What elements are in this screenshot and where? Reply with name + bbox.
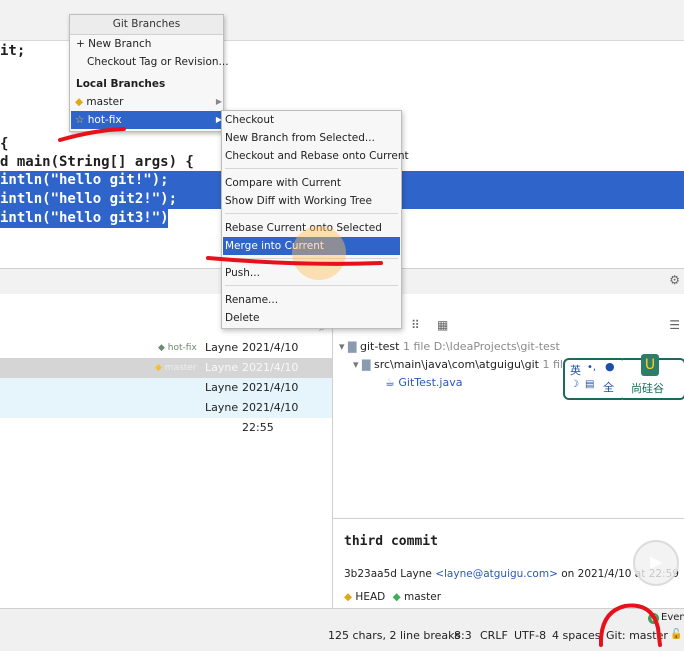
- checkout-tag-item[interactable]: Checkout Tag or Revision...: [71, 53, 238, 71]
- email-link[interactable]: <layne@atguigu.com>: [435, 568, 558, 580]
- tag-icon: ◆: [75, 96, 84, 108]
- menu-separator: [225, 213, 398, 214]
- tree-file[interactable]: ☕ GitTest.java: [385, 374, 462, 392]
- local-branches-header: Local Branches: [76, 78, 166, 90]
- commit-details-panel[interactable]: ⠿ ▦ ☰ ▾ ▇ git-test 1 file D:\IdeaProject…: [333, 294, 684, 608]
- gear-icon[interactable]: ⚙: [669, 273, 680, 287]
- new-branch-item[interactable]: + New Branch: [71, 35, 227, 53]
- branch-item-master[interactable]: ◆ master ▶: [71, 93, 226, 111]
- tag-icon: ◆: [392, 591, 401, 603]
- branch-item-hot-fix[interactable]: ☆ hot-fix ▶: [71, 111, 226, 129]
- code-line: it;: [0, 43, 26, 59]
- branch-tag-hot-fix: ◆ hot-fix: [158, 343, 197, 353]
- commit-meta: 3b23aa5d Layne <layne@atguigu.com> on 20…: [344, 568, 679, 580]
- brand-icon: U: [641, 354, 659, 376]
- status-bar: 6 Event 125 chars, 2 line breaks 8:3 CRL…: [0, 608, 684, 651]
- menu-item-new-branch-from-selected[interactable]: New Branch from Selected...: [223, 129, 400, 147]
- commit-author: Layne: [205, 401, 239, 414]
- menu-item-checkout[interactable]: Checkout: [223, 111, 400, 129]
- layout-icon[interactable]: ▦: [437, 318, 448, 332]
- popup-title: Git Branches: [70, 15, 223, 35]
- branch-actions-menu[interactable]: Checkout New Branch from Selected... Che…: [221, 110, 409, 329]
- git-branches-popup[interactable]: Git Branches + New Branch Checkout Tag o…: [69, 14, 229, 132]
- collapse-icon[interactable]: ☰: [669, 318, 680, 332]
- menu-item-checkout-and-rebase[interactable]: Checkout and Rebase onto Current: [223, 147, 409, 165]
- java-file-icon: ☕: [385, 376, 395, 389]
- folder-icon: ▇: [362, 358, 371, 371]
- git-branch-widget[interactable]: Git: master: [606, 629, 668, 642]
- table-row[interactable]: Layne 2021/4/10 22:58: [0, 378, 332, 414]
- commit-message: third commit: [344, 534, 438, 549]
- caret-position[interactable]: 8:3: [454, 629, 472, 642]
- chevron-down-icon: ▾: [339, 340, 345, 353]
- table-row-selected[interactable]: ◆ master Layne 2021/4/10 22:59: [0, 358, 332, 394]
- menu-separator: [225, 168, 398, 169]
- brand-logo: U 尚硅谷: [623, 354, 684, 400]
- table-row[interactable]: Layne 2021/4/10 22:55: [0, 398, 332, 434]
- file-encoding[interactable]: UTF-8: [514, 629, 546, 642]
- code-line-selected: intln("hello git2!");: [0, 190, 178, 209]
- menu-item-delete[interactable]: Delete: [223, 309, 400, 327]
- menu-item-rename[interactable]: Rename...: [223, 291, 400, 309]
- event-log-label[interactable]: Event: [661, 612, 684, 623]
- commit-author: Layne: [205, 381, 239, 394]
- tree-root[interactable]: ▾ ▇ git-test 1 file D:\IdeaProjects\git-…: [339, 338, 560, 356]
- code-line-selected: intln("hello git3!");: [0, 209, 178, 228]
- lock-icon[interactable]: 🔓: [670, 629, 682, 640]
- play-button[interactable]: ▶: [633, 540, 679, 586]
- star-icon: ☆: [75, 114, 85, 126]
- folder-icon: ▇: [348, 340, 357, 353]
- table-row[interactable]: ◆ hot-fix Layne 2021/4/10 23:11: [0, 338, 332, 374]
- indent-setting[interactable]: 4 spaces: [552, 629, 601, 642]
- event-count-badge[interactable]: 6: [648, 613, 659, 624]
- chevron-down-icon: ▾: [353, 358, 359, 371]
- ime-toolbar[interactable]: 英 •, ● ☽ ▤ 全: [563, 358, 627, 400]
- menu-item-compare[interactable]: Compare with Current: [223, 174, 400, 192]
- keyboard-icon: ▤: [585, 379, 595, 390]
- code-line-selected: intln("hello git!");: [0, 171, 169, 190]
- git-log-panel[interactable]: ⌕ ◆ hot-fix Layne 2021/4/10 23:11 ◆ mast…: [0, 294, 333, 608]
- moon-icon: ☽: [570, 379, 579, 390]
- click-indicator: [292, 226, 346, 280]
- line-separator[interactable]: CRLF: [480, 629, 508, 642]
- punctuation-icon: •,: [587, 362, 597, 373]
- commit-date: 2021/4/10 22:55: [242, 401, 299, 434]
- code-line: {: [0, 136, 9, 152]
- user-icon: ●: [605, 360, 615, 373]
- group-icon[interactable]: ⠿: [411, 318, 420, 332]
- menu-separator: [225, 285, 398, 286]
- code-line: d main(String[] args) {: [0, 154, 194, 170]
- commit-author: Layne: [205, 341, 239, 354]
- tag-icon: ◆: [344, 591, 353, 603]
- selection-info: 125 chars, 2 line breaks: [328, 629, 461, 642]
- tree-folder[interactable]: ▾ ▇ src\main\java\com\atguigu\git 1 file: [353, 356, 570, 374]
- branch-tag-master: ◆ master: [155, 363, 197, 373]
- chevron-right-icon: ▶: [215, 97, 222, 106]
- menu-item-show-diff[interactable]: Show Diff with Working Tree: [223, 192, 400, 210]
- commit-refs: ◆ HEAD ◆ master: [344, 591, 442, 603]
- commit-author: Layne: [205, 361, 239, 374]
- play-icon: ▶: [650, 552, 663, 571]
